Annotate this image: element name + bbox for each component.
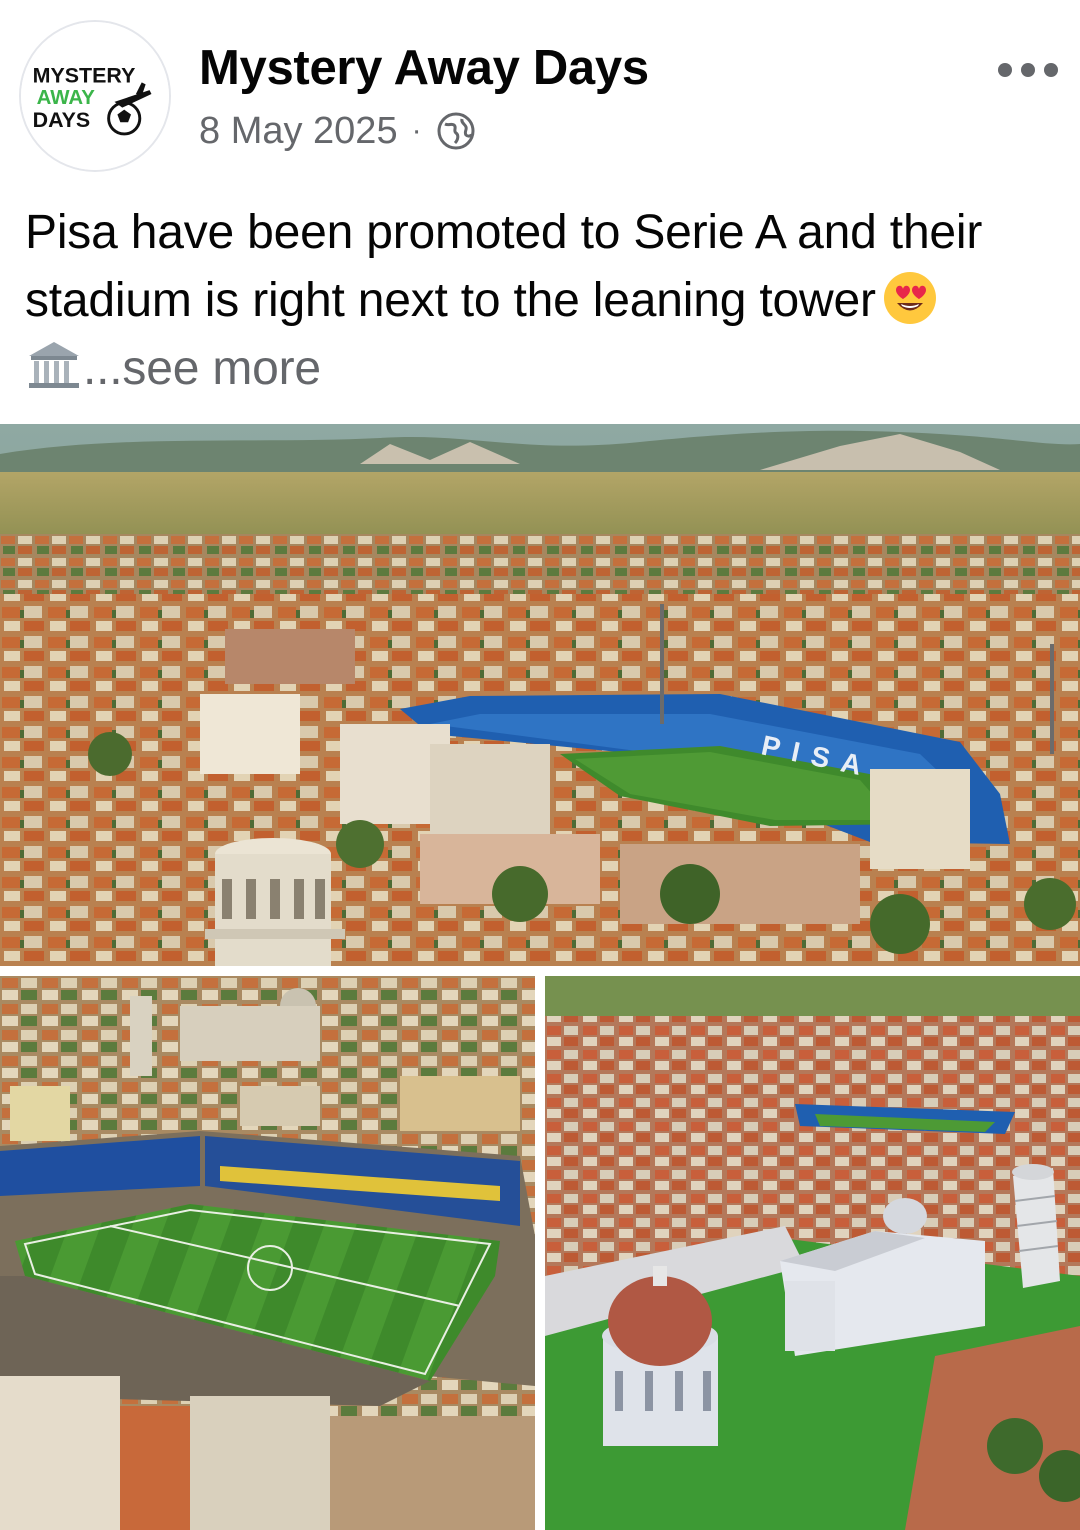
more-dot [1021,63,1035,77]
logo-line-days: DAYS [33,108,91,132]
photo-stadium-and-tower[interactable]: PISA [0,424,1080,966]
post-meta: 8 May 2025 · [199,108,476,154]
caption-line-2: stadium is right next to the leaning tow… [25,267,1065,335]
logo-line-mystery: MYSTERY [33,63,136,87]
post-header: MYSTERY AWAY DAYS Mystery Away Days 8 Ma… [0,0,1080,190]
classical-building-emoji-icon [29,342,79,388]
photo-stadium-pitch[interactable] [0,976,535,1530]
aerial-stadium-photo [0,976,535,1530]
mystery-away-days-logo: MYSTERY AWAY DAYS [21,22,169,170]
more-dot [998,63,1012,77]
post-caption: Pisa have been promoted to Serie A and t… [25,199,1065,403]
leaning-tower [205,838,345,966]
meta-separator: · [411,114,422,147]
post-date[interactable]: 8 May 2025 [199,110,398,153]
football-icon [107,101,142,136]
more-dot [1044,63,1058,77]
aerial-piazza-photo [545,976,1080,1530]
caption-line-2-text: stadium is right next to the leaning tow… [25,274,876,327]
caption-line-1: Pisa have been promoted to Serie A and t… [25,206,983,259]
aerial-city-photo: PISA [0,424,1080,966]
see-more-link[interactable]: ...see more [83,342,321,395]
photo-piazza-dei-miracoli[interactable] [545,976,1080,1530]
more-options-icon[interactable] [992,50,1064,90]
page-avatar[interactable]: MYSTERY AWAY DAYS [19,20,171,172]
baptistery [602,1266,718,1446]
globe-icon[interactable] [436,111,476,151]
heart-eyes-emoji-icon [883,272,936,324]
logo-line-away: AWAY [37,86,96,109]
caption-line-3: ...see more [25,335,1065,403]
page-name-link[interactable]: Mystery Away Days [199,40,649,96]
